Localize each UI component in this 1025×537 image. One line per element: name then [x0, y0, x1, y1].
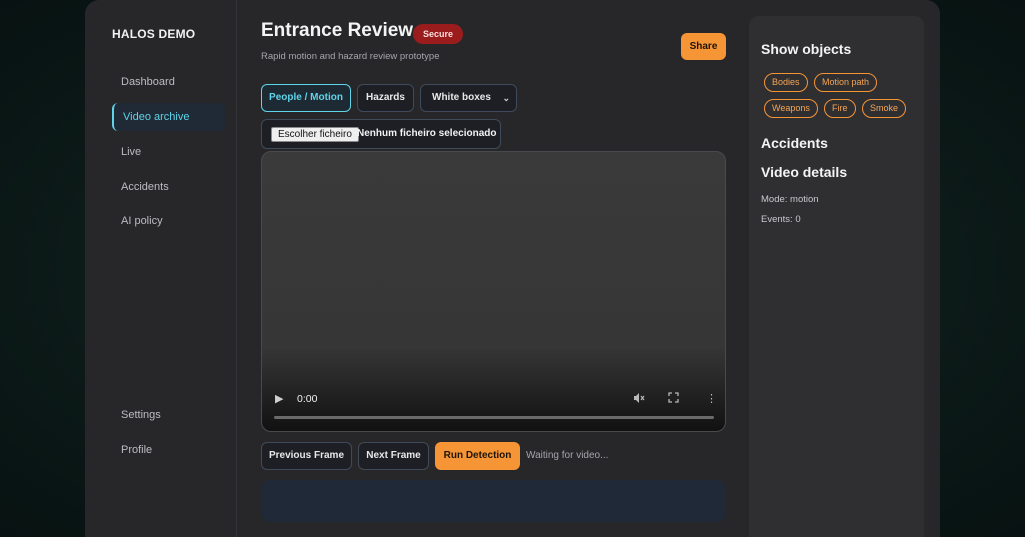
page-subtitle: Rapid motion and hazard review prototype — [261, 51, 440, 62]
chip-weapons[interactable]: Weapons — [764, 99, 818, 118]
play-icon[interactable]: ▶ — [275, 392, 283, 405]
video-progress-bar[interactable] — [274, 416, 714, 419]
accidents-title: Accidents — [761, 135, 828, 151]
file-status: Nenhum ficheiro selecionado — [357, 128, 497, 139]
chevron-down-icon: ⌄ — [502, 93, 510, 103]
more-options-icon[interactable]: ⋮ — [706, 392, 717, 405]
detection-log — [261, 480, 726, 522]
detail-events: Events: 0 — [761, 214, 801, 225]
next-frame-button[interactable]: Next Frame — [358, 442, 429, 470]
choose-file-button[interactable]: Escolher ficheiro — [271, 127, 359, 142]
mute-icon[interactable] — [633, 392, 645, 407]
chip-fire[interactable]: Fire — [824, 99, 856, 118]
sidebar-item-accidents[interactable]: Accidents — [112, 173, 225, 201]
box-style-select[interactable]: White boxes ⌄ — [420, 84, 517, 112]
chip-smoke[interactable]: Smoke — [862, 99, 907, 118]
sidebar: HALOS DEMO Dashboard Video archive Live … — [85, 0, 237, 537]
video-player[interactable]: ▶ 0:00 ⋮ — [261, 151, 726, 432]
mode-hazards-button[interactable]: Hazards — [357, 84, 414, 112]
sidebar-item-video-archive[interactable]: Video archive — [112, 103, 225, 131]
sidebar-item-dashboard[interactable]: Dashboard — [112, 68, 225, 96]
app-window: HALOS DEMO Dashboard Video archive Live … — [85, 0, 940, 537]
sidebar-item-profile[interactable]: Profile — [112, 436, 225, 464]
file-input[interactable]: Escolher ficheiro Nenhum ficheiro seleci… — [261, 119, 501, 149]
chip-motion-path[interactable]: Motion path — [814, 73, 878, 92]
show-objects-title: Show objects — [761, 41, 852, 57]
video-time: 0:00 — [297, 393, 318, 405]
sidebar-item-ai-policy[interactable]: AI policy — [112, 207, 225, 235]
main-content: Entrance Review Secure Rapid motion and … — [261, 0, 731, 537]
fullscreen-icon[interactable] — [668, 392, 679, 406]
box-style-value: White boxes — [432, 92, 491, 103]
detail-mode: Mode: motion — [761, 194, 819, 205]
previous-frame-button[interactable]: Previous Frame — [261, 442, 352, 470]
sidebar-item-live[interactable]: Live — [112, 138, 225, 166]
video-details-title: Video details — [761, 164, 848, 180]
page-title: Entrance Review — [261, 20, 414, 41]
detection-status: Waiting for video... — [526, 450, 609, 461]
status-badge: Secure — [413, 24, 464, 44]
right-panel: Show objects Bodies Motion path Weapons … — [749, 16, 924, 537]
run-detection-button[interactable]: Run Detection — [435, 442, 520, 470]
chip-bodies[interactable]: Bodies — [764, 73, 808, 92]
mode-people-motion-button[interactable]: People / Motion — [261, 84, 351, 112]
share-button[interactable]: Share — [681, 33, 726, 60]
brand-logo: HALOS DEMO — [112, 27, 196, 41]
sidebar-item-settings[interactable]: Settings — [112, 401, 225, 429]
